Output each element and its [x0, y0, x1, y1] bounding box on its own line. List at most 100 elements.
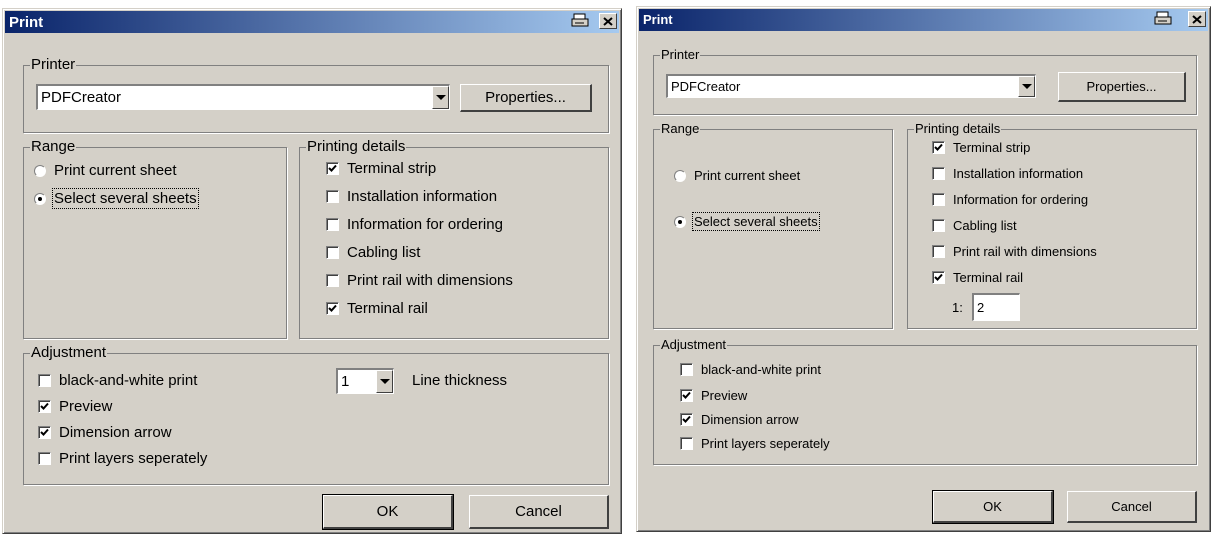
printer-selected: PDFCreator — [671, 79, 741, 94]
checkbox-installation-information[interactable]: Installation information — [932, 166, 1083, 181]
properties-label: Properties... — [485, 89, 566, 106]
checkbox-label: Terminal strip — [953, 140, 1031, 155]
ok-button[interactable]: OK — [932, 490, 1054, 524]
checkbox-label: black-and-white print — [701, 362, 821, 377]
checkbox-label: black-and-white print — [59, 372, 198, 389]
line-thickness-select[interactable]: 1 — [336, 368, 394, 394]
checkbox-terminal-rail[interactable]: Terminal rail — [326, 300, 428, 317]
close-button[interactable] — [599, 13, 617, 29]
checkbox-label: Preview — [59, 398, 113, 415]
checkbox-icon — [38, 452, 51, 465]
checkbox-terminal-strip[interactable]: Terminal strip — [932, 140, 1030, 155]
checkbox-label: Print rail with dimensions — [953, 244, 1097, 259]
checked-icon — [680, 413, 693, 426]
checkbox-information-for-ordering[interactable]: Information for ordering — [326, 216, 503, 233]
radio-label: Select several sheets — [52, 188, 199, 209]
checkbox-print-rail-with-dimensions[interactable]: Print rail with dimensions — [932, 244, 1097, 259]
line-thickness-dropdown-button[interactable] — [376, 370, 393, 393]
line-thickness-value: 1 — [341, 373, 350, 390]
radio-select-several-sheets[interactable]: Select several sheets — [674, 212, 820, 231]
printer-icon — [571, 13, 589, 27]
checked-icon — [932, 141, 945, 154]
checkbox-terminal-strip[interactable]: Terminal strip — [326, 160, 436, 177]
chevron-down-icon — [379, 379, 390, 384]
checkbox-icon — [932, 193, 945, 206]
adjustment-group: Adjustment black-and-white print Preview… — [653, 337, 1197, 465]
dialog-title: Print — [9, 14, 44, 31]
chevron-down-icon — [1021, 84, 1032, 89]
checkbox-cabling-list[interactable]: Cabling list — [326, 244, 420, 261]
cancel-button[interactable]: Cancel — [469, 495, 609, 529]
checkbox-label: Terminal strip — [347, 160, 437, 177]
radio-selected-icon — [674, 215, 686, 228]
checkbox-icon — [326, 218, 339, 231]
print-dialog-1: Print Printer PDFCreator Properties... R… — [2, 8, 622, 534]
checkbox-dimension-arrow[interactable]: Dimension arrow — [38, 424, 172, 441]
checked-icon — [326, 162, 339, 175]
cancel-button[interactable]: Cancel — [1067, 491, 1197, 523]
title-bar: Print — [639, 9, 1208, 31]
printer-dropdown-button[interactable] — [1018, 76, 1035, 97]
close-icon — [603, 16, 613, 26]
radio-print-current-sheet[interactable]: Print current sheet — [34, 162, 177, 179]
radio-label: Print current sheet — [54, 162, 177, 179]
checkbox-print-layers-seperately[interactable]: Print layers seperately — [680, 436, 830, 451]
checkbox-label: Installation information — [347, 188, 498, 205]
checkbox-label: Information for ordering — [347, 216, 503, 233]
checkbox-print-layers-seperately[interactable]: Print layers seperately — [38, 450, 207, 467]
checkbox-icon — [932, 167, 945, 180]
checkbox-preview[interactable]: Preview — [680, 388, 747, 403]
printer-setup-button[interactable] — [571, 13, 589, 29]
checkbox-label: Cabling list — [953, 218, 1017, 233]
radio-print-current-sheet[interactable]: Print current sheet — [674, 168, 800, 183]
title-bar: Print — [5, 11, 619, 33]
checkbox-label: Print layers seperately — [59, 450, 208, 467]
printer-group: Printer PDFCreator Properties... — [23, 57, 609, 133]
checkbox-dimension-arrow[interactable]: Dimension arrow — [680, 412, 799, 427]
range-group: Range Print current sheet Select several… — [653, 121, 893, 329]
printer-selected: PDFCreator — [41, 89, 122, 106]
cancel-label: Cancel — [515, 503, 562, 520]
checkbox-black-and-white-print[interactable]: black-and-white print — [38, 372, 197, 389]
checkbox-icon — [932, 245, 945, 258]
ok-label: OK — [376, 503, 399, 520]
checkbox-label: Dimension arrow — [59, 424, 172, 441]
checkbox-black-and-white-print[interactable]: black-and-white print — [680, 362, 821, 377]
checkbox-installation-information[interactable]: Installation information — [326, 188, 497, 205]
printer-icon — [1154, 11, 1172, 25]
radio-select-several-sheets[interactable]: Select several sheets — [34, 188, 199, 209]
printer-group: Printer PDFCreator Properties... — [653, 47, 1197, 115]
checked-icon — [680, 389, 693, 402]
rail-count-input[interactable]: 2 — [972, 293, 1020, 321]
close-button[interactable] — [1188, 11, 1206, 27]
properties-button[interactable]: Properties... — [1058, 72, 1186, 102]
ok-button[interactable]: OK — [322, 494, 454, 530]
checkbox-label: Dimension arrow — [701, 412, 799, 427]
printer-select[interactable]: PDFCreator — [36, 84, 450, 110]
dialog-title: Print — [643, 12, 673, 27]
adjustment-legend: Adjustment — [30, 344, 108, 361]
checkbox-icon — [326, 274, 339, 287]
checkbox-information-for-ordering[interactable]: Information for ordering — [932, 192, 1088, 207]
adjustment-legend: Adjustment — [660, 337, 728, 353]
checked-icon — [38, 400, 51, 413]
print-dialog-2: Print Printer PDFCreator Properties... R… — [636, 6, 1211, 532]
checkbox-icon — [932, 219, 945, 232]
checkbox-label: Terminal rail — [953, 270, 1024, 285]
rail-count-value: 2 — [977, 300, 985, 315]
properties-button[interactable]: Properties... — [460, 84, 592, 112]
printer-dropdown-button[interactable] — [432, 86, 449, 109]
printer-setup-button[interactable] — [1154, 11, 1172, 27]
checkbox-label: Print rail with dimensions — [347, 272, 513, 289]
ok-label: OK — [983, 499, 1002, 514]
adjustment-group: Adjustment black-and-white print Preview… — [23, 345, 609, 485]
checkbox-print-rail-with-dimensions[interactable]: Print rail with dimensions — [326, 272, 513, 289]
checkbox-terminal-rail[interactable]: Terminal rail — [932, 270, 1023, 285]
checkbox-preview[interactable]: Preview — [38, 398, 112, 415]
checkbox-label: Terminal rail — [347, 300, 428, 317]
checkbox-label: Installation information — [953, 166, 1084, 181]
checkbox-cabling-list[interactable]: Cabling list — [932, 218, 1017, 233]
radio-label: Select several sheets — [692, 212, 820, 231]
printer-select[interactable]: PDFCreator — [666, 74, 1036, 98]
radio-icon — [674, 169, 686, 182]
